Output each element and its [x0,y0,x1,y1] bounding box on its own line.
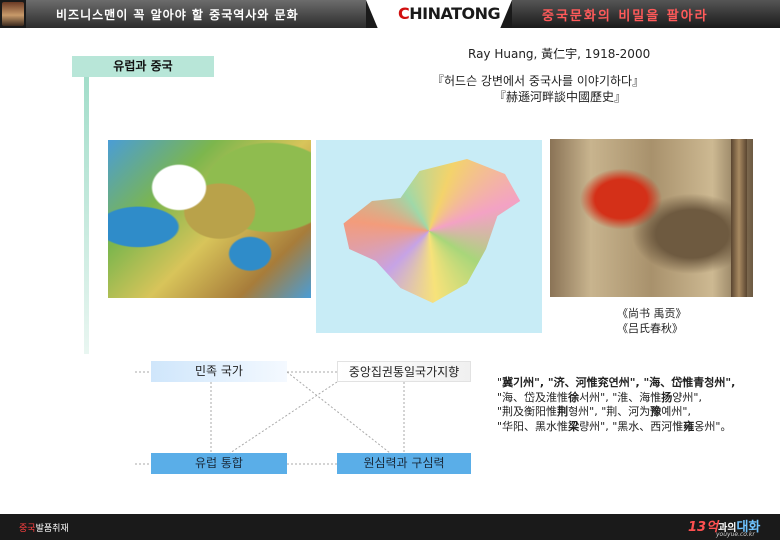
china-map-land [343,159,521,303]
banner-right-title: 중국문화의 비밀을 팔아라 [542,9,709,24]
top-banner: 비즈니스맨이 꼭 알아야 할 중국역사와 문화 CHINATONG 중국문화의 … [0,0,780,28]
footer-url[interactable]: youyue.co.kr [716,531,755,538]
provinces-line-2: "海、岱及淮惟徐서州", "淮、海惟扬양州", [497,390,702,404]
provinces-line-4: "华阳、黑水惟梁량州", "黑水、西河惟雍옹州"。 [497,419,732,433]
caption-shangshu: 《尚书 禹贡》 [617,307,687,320]
footer-bar: 중국발품취재 13억과의대화 youyue.co.kr [0,514,780,540]
line-cross-2 [229,381,338,454]
avatar [2,2,24,26]
section-title: 유럽과 중국 [72,56,214,77]
caption-lushi: 《吕氏春秋》 [617,322,683,335]
author-line: Ray Huang, 黃仁宇, 1918-2000 [468,47,651,61]
nation-state-box: 민족 국가 [151,361,287,382]
footer-left-label: 중국발품취재 [19,524,69,534]
europe-map-image [108,140,311,298]
logo-prefix: C [398,4,410,23]
logo-text: HINATONG [409,4,501,23]
book-title-korean: 『허드슨 강변에서 중국사를 이야기하다』 [432,74,645,88]
china-map-image [316,140,542,333]
section-vertical-line [84,64,89,354]
banner-left: 비즈니스맨이 꼭 알아야 할 중국역사와 문화 [26,0,366,28]
banner-left-title: 비즈니스맨이 꼭 알아야 할 중국역사와 문화 [56,8,299,22]
central-unity-box: 중앙집권통일국가지향 [337,361,471,382]
scroll-edge [731,139,747,297]
provinces-line-3: "荆及衡阳惟荆형州", "荆、河为豫예州", [497,405,691,418]
banner-right: 중국문화의 비밀을 팔아라 [512,0,780,28]
ancient-map-scroll-image [550,139,753,297]
provinces-line-1: "冀기州", "济、河惟兖연州", "海、岱惟青청州", [497,376,736,389]
line-cross-1 [286,371,391,454]
centrifugal-centripetal-box: 원심력과 구심력 [337,453,471,474]
book-title-chinese: 『赫遜河畔談中國歷史』 [494,90,627,104]
provinces-text: "冀기州", "济、河惟兖연州", "海、岱惟青청州", "海、岱及淮惟徐서州"… [497,376,735,434]
chinatong-logo[interactable]: CHINATONG [398,4,501,23]
europe-integration-box: 유럽 통합 [151,453,287,474]
